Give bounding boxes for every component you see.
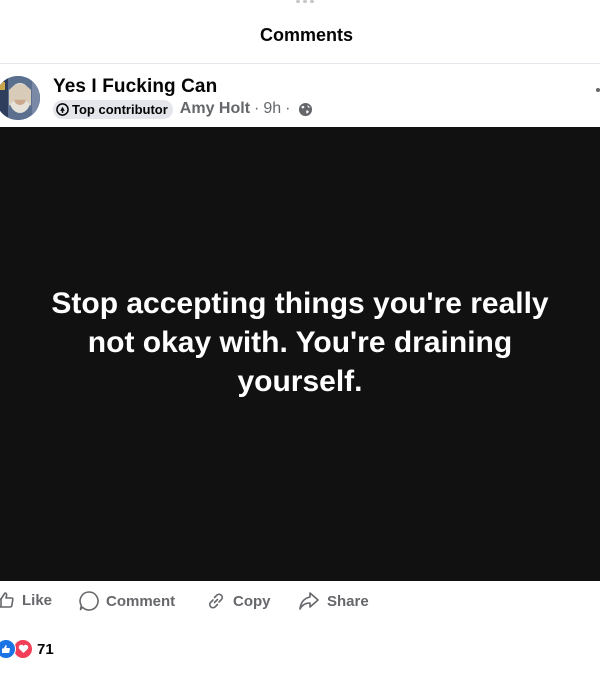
comment-label: Comment — [106, 592, 176, 610]
page-title: Comments — [259, 25, 353, 45]
post-meta-row: Top contributor Amy Holt · 9h · — [53, 99, 313, 119]
separator-dot: · — [254, 100, 260, 117]
post-header: Yes I Fucking Can Top contributor Amy Ho… — [53, 75, 313, 119]
like-label: Like — [22, 591, 53, 609]
header-divider — [0, 63, 600, 64]
comment-icon — [79, 591, 99, 611]
drag-handle[interactable] — [296, 0, 314, 3]
avatar-image — [0, 76, 40, 120]
love-icon — [13, 639, 33, 659]
like-button[interactable]: Like — [0, 590, 52, 610]
more-options-icon[interactable] — [596, 88, 600, 92]
globe-icon — [298, 102, 313, 117]
post-image-text: Stop accepting things you're really not … — [51, 286, 549, 398]
reaction-count: 71 — [37, 640, 54, 658]
copy-label: Copy — [233, 592, 271, 610]
author-name[interactable]: Amy Holt — [180, 100, 250, 118]
group-avatar[interactable] — [0, 76, 40, 120]
separator-dot-2: · — [285, 100, 291, 117]
comment-button[interactable]: Comment — [78, 590, 175, 612]
reactions-summary[interactable]: 71 — [0, 639, 54, 659]
share-icon — [299, 592, 319, 610]
thumbs-up-icon — [0, 592, 14, 608]
post-actions-bar: Like Comment Copy Share — [0, 590, 600, 618]
post-time[interactable]: 9h — [263, 100, 281, 118]
like-icon — [0, 639, 16, 659]
top-contributor-badge[interactable]: Top contributor — [53, 99, 173, 119]
contributor-icon — [56, 102, 69, 116]
post-image[interactable]: Stop accepting things you're really not … — [0, 127, 600, 581]
badge-label: Top contributor — [72, 101, 168, 117]
share-label: Share — [327, 592, 369, 610]
link-icon — [209, 593, 223, 609]
share-button[interactable]: Share — [297, 590, 369, 612]
copy-button[interactable]: Copy — [205, 590, 271, 612]
group-name[interactable]: Yes I Fucking Can — [53, 75, 313, 99]
